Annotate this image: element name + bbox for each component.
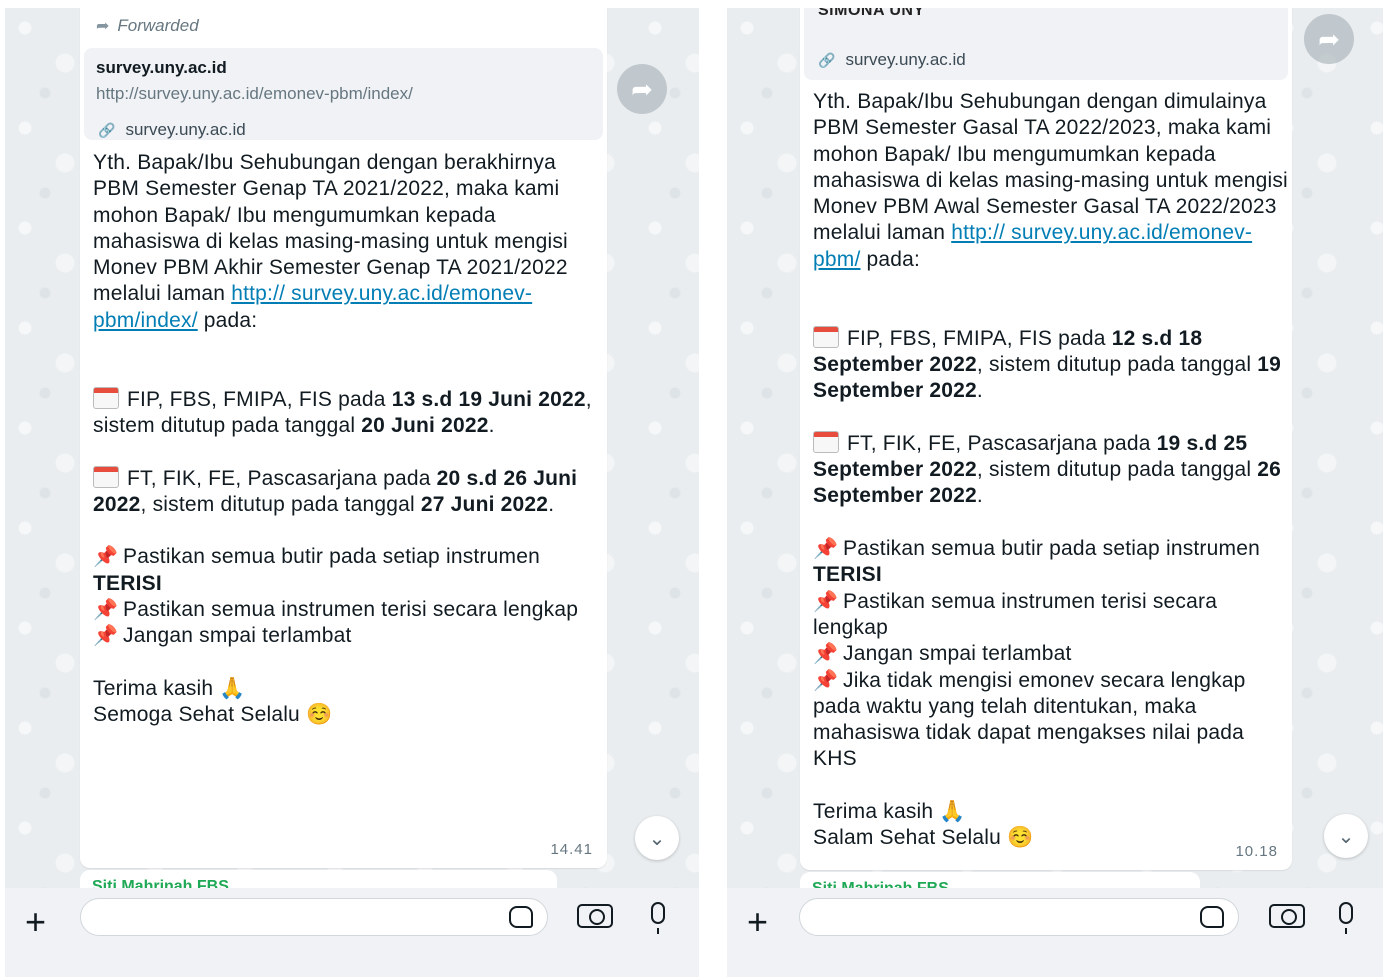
plus-icon[interactable]: + — [25, 904, 46, 940]
schedule-2-text: FT, FIK, FE, Pascasarjana pada — [127, 466, 437, 490]
thanks-text: Terima kasih — [93, 676, 214, 700]
link-preview[interactable]: SiMONA UNY 🔗 survey.uny.ac.id — [804, 8, 1288, 80]
schedule-2-period: . — [976, 484, 983, 508]
schedule-2-close-text: , sistem ditutup pada tanggal — [140, 492, 421, 516]
pin-2-text: Pastikan semua instrumen terisi secara l… — [813, 589, 1218, 639]
link-preview-domain-text: survey.uny.ac.id — [845, 50, 966, 69]
camera-icon[interactable] — [1269, 904, 1305, 928]
schedule-2-period: . — [548, 492, 555, 516]
message-text: Yth. Bapak/Ibu Sehubungan dengan berakhi… — [93, 150, 593, 729]
schedule-2-close-text: , sistem ditutup pada tanggal — [976, 458, 1258, 482]
plus-icon[interactable]: + — [747, 904, 768, 940]
link-icon: 🔗 — [98, 121, 116, 138]
pushpin-emoji: 📌 — [813, 538, 839, 561]
link-icon: 🔗 — [818, 51, 836, 68]
schedule-1-text: FIP, FBS, FMIPA, FIS pada — [847, 326, 1112, 350]
message-bubble[interactable]: ➦ Forwarded survey.uny.ac.id http://surv… — [80, 8, 607, 868]
link-preview-domain-text: survey.uny.ac.id — [125, 120, 246, 139]
message-text: Yth. Bapak/Ibu Sehubungan dengan dimulai… — [813, 89, 1288, 852]
message-input[interactable] — [799, 898, 1239, 936]
link-preview-title: survey.uny.ac.id — [96, 58, 227, 77]
message-timestamp: 10.18 — [1235, 843, 1278, 860]
scroll-down-button[interactable]: ⌄ — [1324, 814, 1368, 858]
schedule-2-text: FT, FIK, FE, Pascasarjana pada — [847, 431, 1157, 455]
schedule-1-close-date: 20 Juni 2022 — [361, 413, 489, 437]
pushpin-emoji: 📌 — [813, 669, 839, 692]
message-composer: + — [5, 888, 699, 977]
schedule-2-close-date: 27 Juni 2022 — [420, 492, 549, 516]
closing-text: Semoga Sehat Selalu — [93, 703, 300, 727]
forward-arrow-icon: ➦ — [96, 18, 110, 35]
next-message-peek: Siti Mahrinah FBS — [80, 870, 557, 888]
folded-hands-emoji: 🙏 — [939, 800, 966, 824]
microphone-icon[interactable] — [651, 902, 665, 934]
share-forward-button[interactable]: ➦ — [617, 64, 667, 114]
calendar-emoji — [813, 430, 839, 453]
sticker-icon[interactable] — [1200, 906, 1224, 928]
pin-1-text: Pastikan semua butir pada setiap instrum… — [843, 537, 1260, 561]
pushpin-emoji: 📌 — [93, 625, 119, 648]
sticker-icon[interactable] — [509, 906, 533, 928]
message-intro-end: pada: — [860, 247, 921, 271]
smiling-face-emoji: ☺️ — [1007, 826, 1034, 850]
pin-2-text: Pastikan semua instrumen terisi secara l… — [123, 598, 579, 622]
smiling-face-emoji: ☺️ — [306, 703, 333, 727]
pushpin-emoji: 📌 — [813, 643, 839, 666]
calendar-emoji — [93, 465, 119, 488]
link-preview[interactable]: survey.uny.ac.id http://survey.uny.ac.id… — [84, 48, 603, 140]
closing-text: Salam Sehat Selalu — [813, 826, 1002, 850]
share-forward-button[interactable]: ➦ — [1304, 14, 1354, 64]
pushpin-emoji: 📌 — [93, 599, 119, 622]
message-input[interactable] — [80, 898, 548, 936]
pin-4-text: Jika tidak mengisi emonev secara lengkap… — [813, 668, 1246, 771]
chevron-down-icon: ⌄ — [1337, 825, 1355, 848]
pushpin-emoji: 📌 — [813, 590, 839, 613]
link-preview-domain: 🔗 survey.uny.ac.id — [818, 50, 966, 70]
schedule-1-text: FIP, FBS, FMIPA, FIS pada — [127, 387, 392, 411]
chat-panel-right: SiMONA UNY 🔗 survey.uny.ac.id Yth. Bapak… — [727, 8, 1383, 977]
schedule-1-period: . — [488, 413, 495, 437]
chat-panel-left: ➦ Forwarded survey.uny.ac.id http://surv… — [5, 8, 699, 977]
chevron-down-icon: ⌄ — [648, 827, 666, 850]
schedule-1-period: . — [976, 379, 983, 403]
sender-name: SiMONA UNY — [818, 8, 925, 19]
message-composer: + — [727, 888, 1383, 977]
share-forward-icon: ➦ — [1318, 23, 1340, 54]
forwarded-label: ➦ Forwarded — [96, 16, 199, 36]
pin-3-text: Jangan smpai terlambat — [123, 624, 352, 648]
pushpin-emoji: 📌 — [93, 546, 119, 569]
calendar-emoji — [93, 386, 119, 409]
share-forward-icon: ➦ — [631, 73, 653, 104]
pin-1-bold: TERISI — [93, 571, 162, 595]
pin-1-bold: TERISI — [813, 563, 882, 587]
link-preview-url: http://survey.uny.ac.id/emonev-pbm/index… — [96, 84, 413, 103]
link-preview-domain: 🔗 survey.uny.ac.id — [98, 120, 246, 140]
schedule-1-dates: 13 s.d 19 Juni 2022 — [391, 387, 586, 411]
folded-hands-emoji: 🙏 — [219, 676, 246, 700]
pin-3-text: Jangan smpai terlambat — [843, 642, 1072, 666]
pin-1-text: Pastikan semua butir pada setiap instrum… — [123, 545, 540, 569]
forwarded-text: Forwarded — [117, 16, 199, 35]
message-intro-end: pada: — [197, 308, 258, 332]
schedule-1-close-text: , sistem ditutup pada tanggal — [976, 352, 1258, 376]
next-message-peek: Siti Mahrinah FBS — [800, 872, 1200, 888]
message-timestamp: 14.41 — [550, 841, 593, 858]
microphone-icon[interactable] — [1339, 902, 1353, 934]
camera-icon[interactable] — [577, 904, 613, 928]
calendar-emoji — [813, 325, 839, 348]
thanks-text: Terima kasih — [813, 800, 934, 824]
message-bubble[interactable]: SiMONA UNY 🔗 survey.uny.ac.id Yth. Bapak… — [800, 8, 1292, 870]
scroll-down-button[interactable]: ⌄ — [635, 816, 679, 860]
